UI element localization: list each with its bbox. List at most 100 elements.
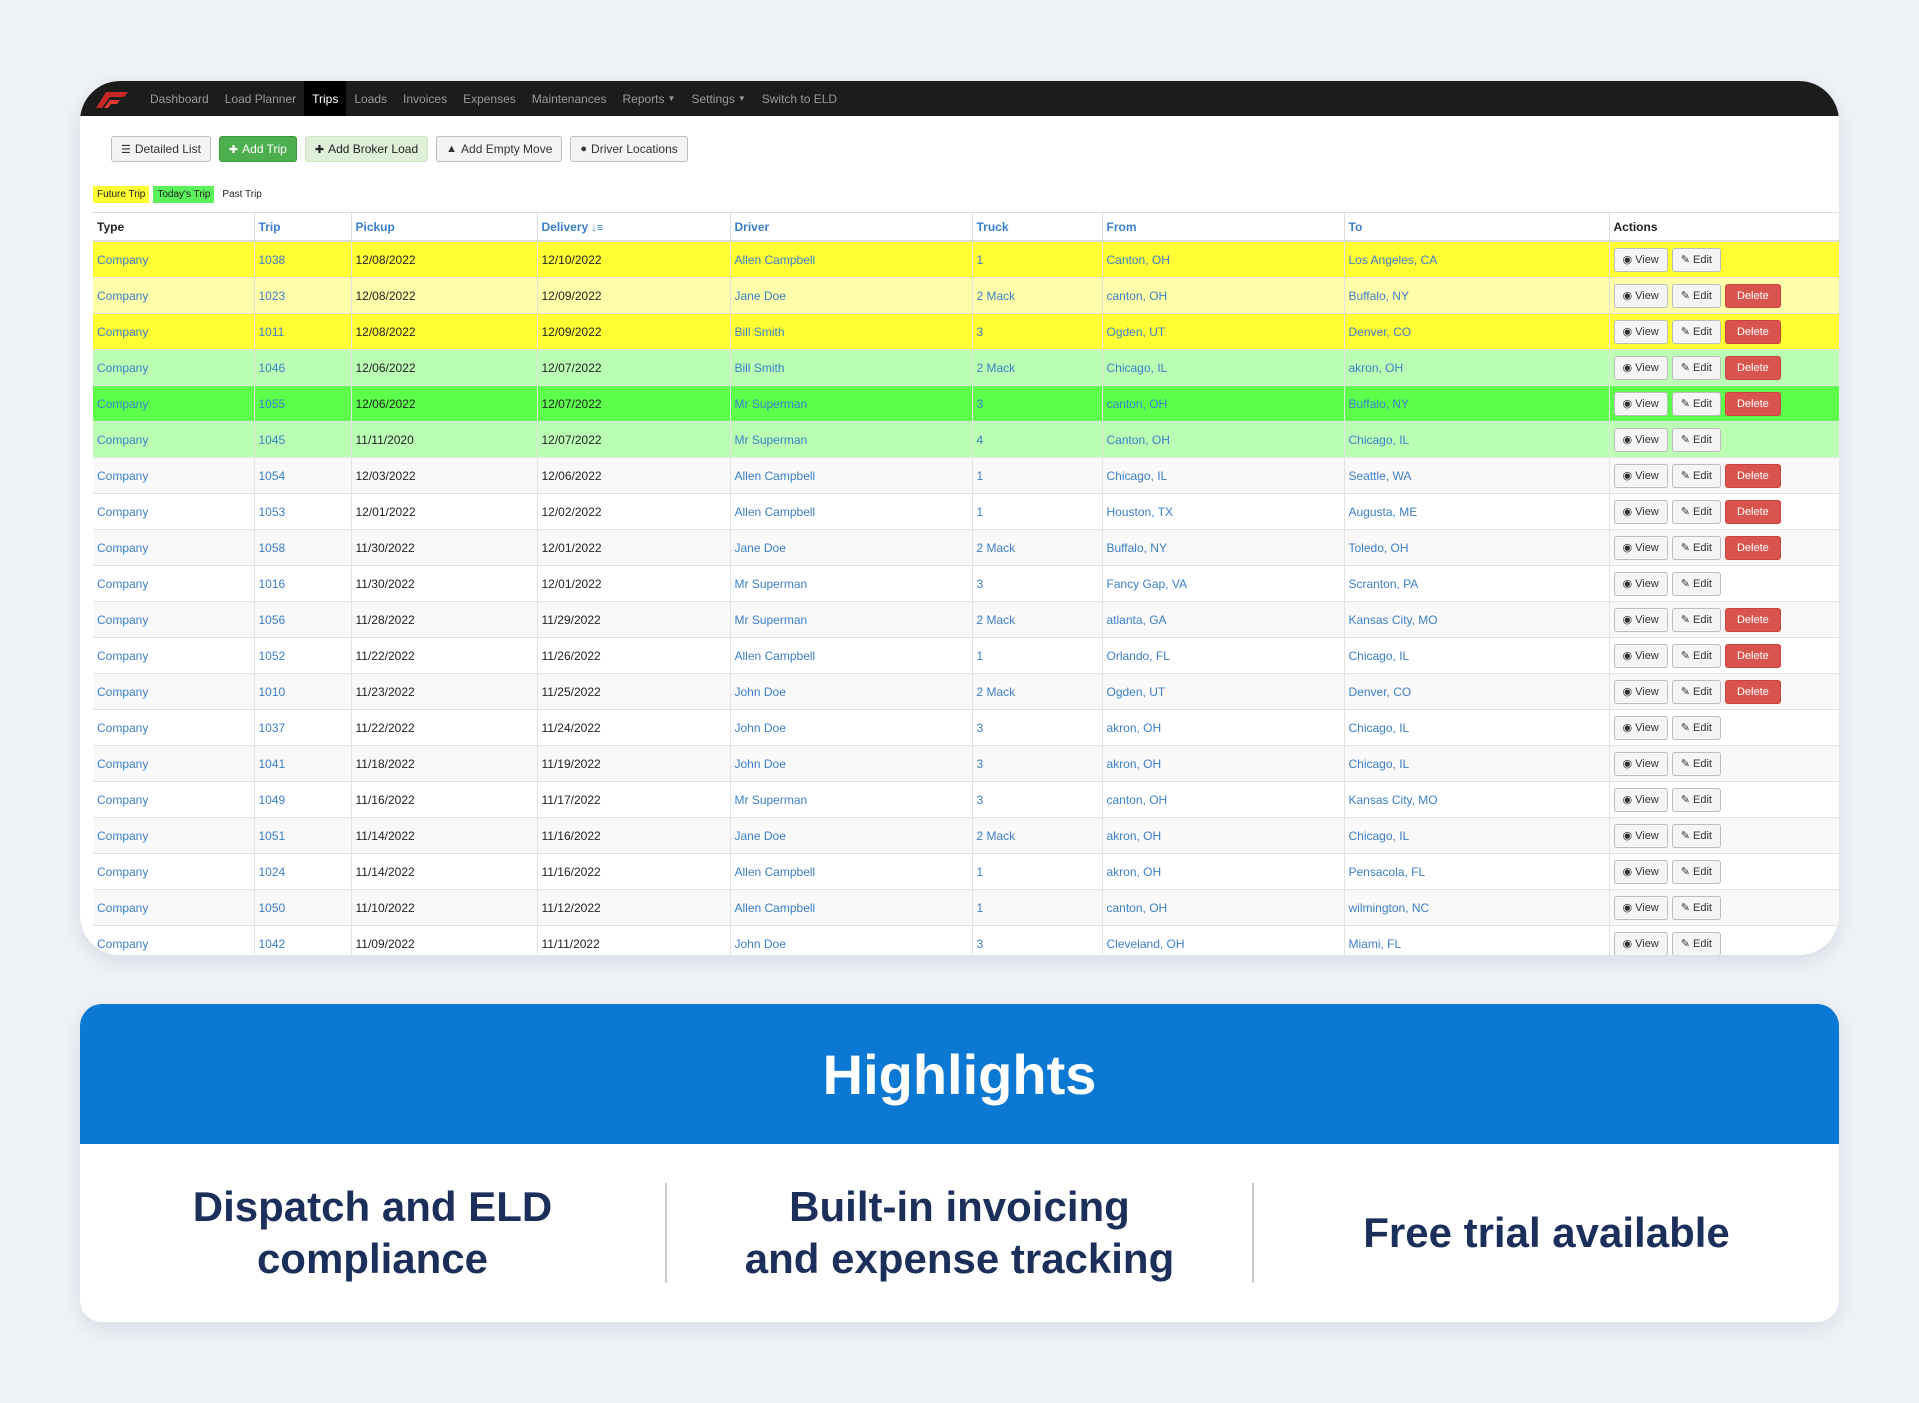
delete-button[interactable]: Delete — [1724, 391, 1781, 416]
cell-trip[interactable]: 1024 — [253, 853, 351, 890]
edit-button[interactable]: ✎ Edit — [1671, 427, 1721, 452]
cell-trip[interactable]: 1037 — [253, 709, 351, 746]
edit-button[interactable]: ✎ Edit — [1671, 391, 1721, 416]
edit-button[interactable]: ✎ Edit — [1671, 823, 1721, 848]
cell-trip[interactable]: 1051 — [253, 817, 351, 854]
cell-trip[interactable]: 1042 — [253, 925, 351, 955]
edit-button[interactable]: ✎ Edit — [1671, 607, 1721, 632]
view-button[interactable]: ◉ View — [1613, 247, 1668, 272]
column-header-from[interactable]: From — [1101, 212, 1344, 242]
nav-item-switch-to-eld[interactable]: Switch to ELD — [754, 81, 845, 116]
cell-truck[interactable]: 2 Mack — [971, 601, 1102, 638]
cell-type[interactable]: Company — [93, 745, 254, 782]
edit-button[interactable]: ✎ Edit — [1671, 355, 1721, 380]
view-button[interactable]: ◉ View — [1613, 391, 1668, 416]
edit-button[interactable]: ✎ Edit — [1671, 859, 1721, 884]
cell-trip[interactable]: 1016 — [253, 565, 351, 602]
cell-truck[interactable]: 1 — [971, 853, 1102, 890]
cell-driver[interactable]: Mr Superman — [729, 781, 972, 818]
cell-type[interactable]: Company — [93, 493, 254, 530]
edit-button[interactable]: ✎ Edit — [1671, 643, 1721, 668]
cell-type[interactable]: Company — [93, 277, 254, 314]
view-button[interactable]: ◉ View — [1613, 787, 1668, 812]
delete-button[interactable]: Delete — [1724, 679, 1781, 704]
cell-driver[interactable]: Jane Doe — [729, 277, 972, 314]
cell-driver[interactable]: Mr Superman — [729, 565, 972, 602]
column-header-trip[interactable]: Trip — [253, 212, 351, 242]
cell-driver[interactable]: Allen Campbell — [729, 637, 972, 674]
view-button[interactable]: ◉ View — [1613, 319, 1668, 344]
cell-driver[interactable]: John Doe — [729, 673, 972, 710]
cell-driver[interactable]: Mr Superman — [729, 601, 972, 638]
edit-button[interactable]: ✎ Edit — [1671, 787, 1721, 812]
cell-type[interactable]: Company — [93, 637, 254, 674]
view-button[interactable]: ◉ View — [1613, 751, 1668, 776]
cell-truck[interactable]: 2 Mack — [971, 529, 1102, 566]
view-button[interactable]: ◉ View — [1613, 571, 1668, 596]
cell-truck[interactable]: 1 — [971, 493, 1102, 530]
nav-item-loads[interactable]: Loads — [346, 81, 395, 116]
view-button[interactable]: ◉ View — [1613, 283, 1668, 308]
add-trip-button[interactable]: ✚ Add Trip — [218, 136, 297, 162]
cell-driver[interactable]: Allen Campbell — [729, 493, 972, 530]
delete-button[interactable]: Delete — [1724, 643, 1781, 668]
delete-button[interactable]: Delete — [1724, 499, 1781, 524]
view-button[interactable]: ◉ View — [1613, 607, 1668, 632]
cell-type[interactable]: Company — [93, 925, 254, 955]
detailed-list-button[interactable]: ☰ Detailed List — [111, 136, 211, 162]
column-header-driver[interactable]: Driver — [729, 212, 972, 242]
add-broker-load-button[interactable]: ✚ Add Broker Load — [304, 136, 429, 162]
edit-button[interactable]: ✎ Edit — [1671, 283, 1721, 308]
cell-trip[interactable]: 1038 — [253, 241, 351, 278]
view-button[interactable]: ◉ View — [1613, 895, 1668, 920]
cell-truck[interactable]: 3 — [971, 709, 1102, 746]
cell-truck[interactable]: 1 — [971, 457, 1102, 494]
cell-truck[interactable]: 2 Mack — [971, 349, 1102, 386]
view-button[interactable]: ◉ View — [1613, 427, 1668, 452]
cell-driver[interactable]: John Doe — [729, 925, 972, 955]
nav-item-settings[interactable]: Settings ▼ — [683, 81, 753, 116]
cell-truck[interactable]: 3 — [971, 925, 1102, 955]
cell-driver[interactable]: Mr Superman — [729, 385, 972, 422]
delete-button[interactable]: Delete — [1724, 319, 1781, 344]
cell-type[interactable]: Company — [93, 817, 254, 854]
delete-button[interactable]: Delete — [1724, 283, 1781, 308]
cell-truck[interactable]: 1 — [971, 637, 1102, 674]
column-header-delivery[interactable]: Delivery ↓≡ — [536, 212, 730, 242]
cell-trip[interactable]: 1058 — [253, 529, 351, 566]
cell-driver[interactable]: Allen Campbell — [729, 853, 972, 890]
cell-type[interactable]: Company — [93, 889, 254, 926]
cell-trip[interactable]: 1046 — [253, 349, 351, 386]
column-header-truck[interactable]: Truck — [971, 212, 1102, 242]
cell-trip[interactable]: 1056 — [253, 601, 351, 638]
nav-item-reports[interactable]: Reports ▼ — [615, 81, 684, 116]
edit-button[interactable]: ✎ Edit — [1671, 247, 1721, 272]
column-header-pickup[interactable]: Pickup — [350, 212, 537, 242]
cell-type[interactable]: Company — [93, 421, 254, 458]
delete-button[interactable]: Delete — [1724, 463, 1781, 488]
cell-driver[interactable]: Bill Smith — [729, 349, 972, 386]
edit-button[interactable]: ✎ Edit — [1671, 463, 1721, 488]
cell-trip[interactable]: 1050 — [253, 889, 351, 926]
view-button[interactable]: ◉ View — [1613, 355, 1668, 380]
cell-type[interactable]: Company — [93, 349, 254, 386]
add-empty-move-button[interactable]: ▲ Add Empty Move — [436, 136, 563, 162]
cell-trip[interactable]: 1052 — [253, 637, 351, 674]
view-button[interactable]: ◉ View — [1613, 931, 1668, 955]
cell-driver[interactable]: Allen Campbell — [729, 457, 972, 494]
nav-item-trips[interactable]: Trips — [304, 81, 347, 116]
delete-button[interactable]: Delete — [1724, 535, 1781, 560]
cell-truck[interactable]: 3 — [971, 313, 1102, 350]
view-button[interactable]: ◉ View — [1613, 535, 1668, 560]
cell-driver[interactable]: John Doe — [729, 745, 972, 782]
cell-truck[interactable]: 3 — [971, 745, 1102, 782]
view-button[interactable]: ◉ View — [1613, 499, 1668, 524]
cell-type[interactable]: Company — [93, 385, 254, 422]
cell-type[interactable]: Company — [93, 457, 254, 494]
view-button[interactable]: ◉ View — [1613, 823, 1668, 848]
cell-trip[interactable]: 1055 — [253, 385, 351, 422]
view-button[interactable]: ◉ View — [1613, 679, 1668, 704]
edit-button[interactable]: ✎ Edit — [1671, 499, 1721, 524]
edit-button[interactable]: ✎ Edit — [1671, 571, 1721, 596]
view-button[interactable]: ◉ View — [1613, 859, 1668, 884]
